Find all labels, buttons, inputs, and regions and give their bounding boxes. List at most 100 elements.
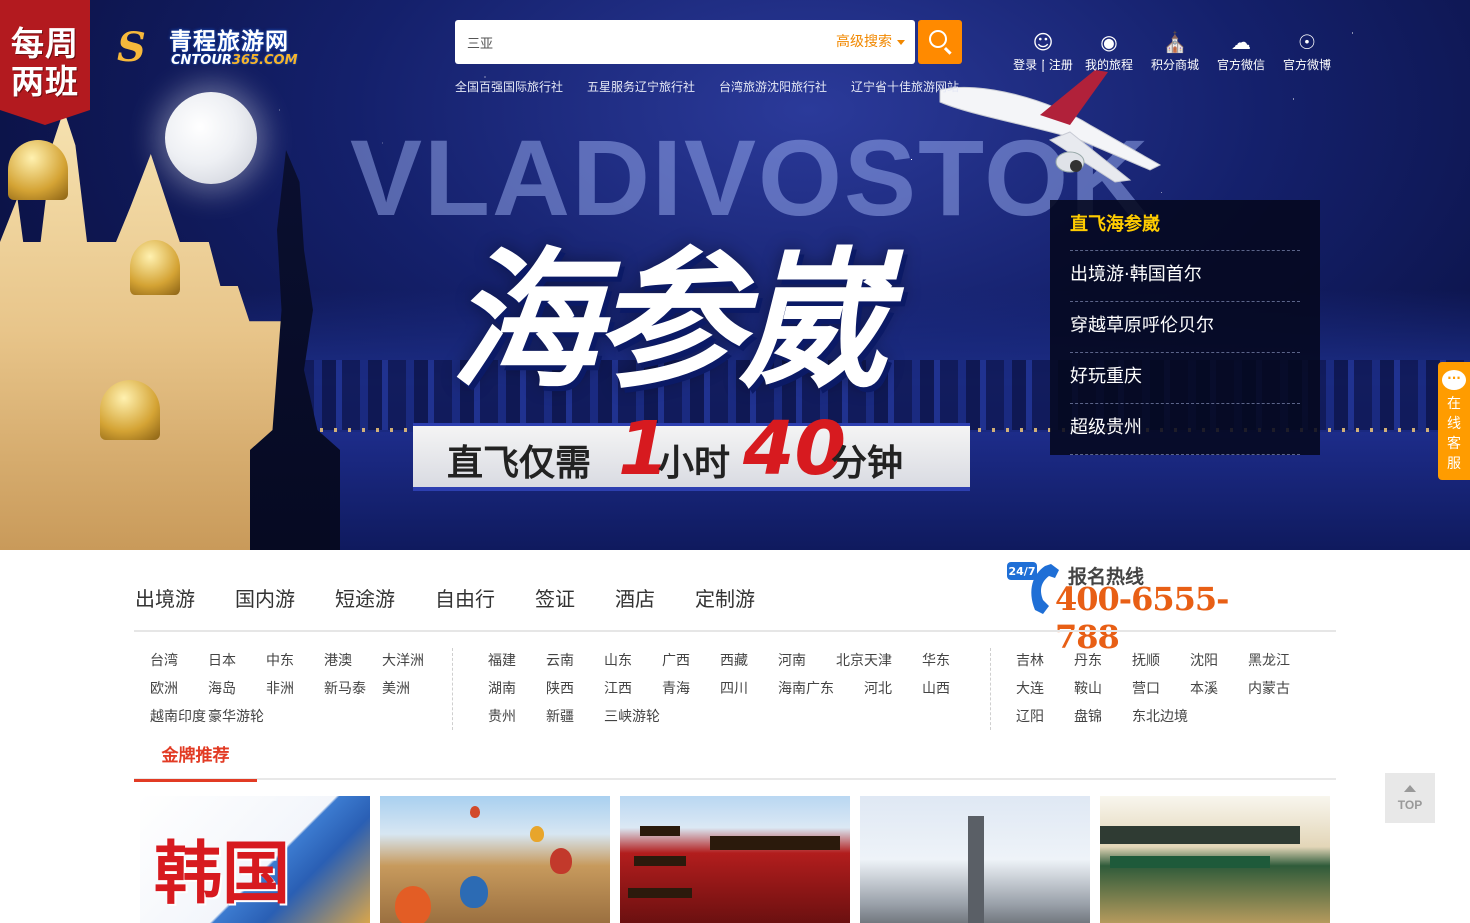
ribbon-text-a: 直飞仅需 [447,443,592,484]
destination-link[interactable]: 青海 [662,678,720,706]
balloon-image [530,826,544,842]
destination-link[interactable]: 抚顺 [1132,650,1190,678]
weibo-icon: ☉ [1298,30,1316,54]
destination-link[interactable]: 东北边境 [1132,706,1190,734]
side-menu-item[interactable]: 直飞海参崴 [1070,210,1300,251]
tab-gold-recommend[interactable]: 金牌推荐 [134,740,257,782]
product-card-vladivostok[interactable] [860,796,1090,923]
destination-link[interactable]: 华东 [922,650,980,678]
destination-link[interactable]: 四川 [720,678,778,706]
hotline-number[interactable]: 400-6555-788 [1055,580,1265,656]
balloon-image [470,806,480,818]
nav-hotel[interactable]: 酒店 [615,583,655,612]
pagoda-roof [710,836,840,850]
hot-link[interactable]: 全国百强国际旅行社 [455,78,563,95]
site-logo[interactable]: S 青程旅游网 CNTOUR365.COM [117,20,302,76]
destination-link[interactable]: 贵州 [488,706,546,734]
destination-link[interactable]: 河南 [778,650,836,678]
advanced-search-dropdown[interactable]: 高级搜索 [836,20,905,64]
search-button[interactable] [918,20,962,64]
destination-link[interactable]: 广西 [662,650,720,678]
user-icon: ☺ [1032,30,1054,54]
nav-divider [134,630,1336,632]
nav-outbound[interactable]: 出境游 [135,583,195,612]
destination-link[interactable]: 云南 [546,650,604,678]
destination-link[interactable]: 辽阳 [1016,706,1074,734]
balloon-image [460,876,488,908]
destination-link[interactable]: 丹东 [1074,650,1132,678]
hot-links: 全国百强国际旅行社 五星服务辽宁旅行社 台湾旅游沈阳旅行社 辽宁省十佳旅游网站 [455,78,959,95]
destination-link[interactable]: 非洲 [266,678,324,706]
online-service-tab[interactable]: ··· 在线客服 [1438,362,1470,480]
destination-link[interactable]: 山西 [922,678,980,706]
back-to-top-button[interactable]: TOP [1385,773,1435,823]
destination-link[interactable]: 北京天津 [836,650,922,678]
logo-mark-icon: S [117,24,146,71]
official-weibo-link[interactable]: ☉ 官方微博 [1274,30,1340,73]
destination-link[interactable]: 新疆 [546,706,604,734]
nav-free-travel[interactable]: 自由行 [435,583,495,612]
destination-link[interactable]: 三峡游轮 [604,706,662,734]
destination-link[interactable]: 台湾 [150,650,208,678]
product-card-korea[interactable]: 韩国 [140,796,370,923]
side-menu-item[interactable]: 出境游·韩国首尔 [1070,251,1300,302]
destination-link[interactable]: 大连 [1016,678,1074,706]
destination-link[interactable]: 欧洲 [150,678,208,706]
destination-link[interactable]: 豪华游轮 [208,706,266,734]
nav-short-trip[interactable]: 短途游 [335,583,395,612]
back-to-top-label: TOP [1397,798,1423,812]
side-menu-item[interactable]: 好玩重庆 [1070,353,1300,404]
search-input[interactable] [467,20,797,64]
product-card-seoul-palace[interactable] [1100,796,1330,923]
destination-link[interactable]: 内蒙古 [1248,678,1306,706]
destination-link[interactable]: 海岛 [208,678,266,706]
points-mall-link[interactable]: ⛪ 积分商城 [1142,30,1208,73]
official-weibo-label: 官方微博 [1282,58,1331,72]
destination-link[interactable]: 河北 [864,678,922,706]
destination-link[interactable]: 日本 [208,650,266,678]
destination-link[interactable]: 沈阳 [1190,650,1248,678]
destination-link[interactable]: 中东 [266,650,324,678]
destination-link[interactable]: 盘锦 [1074,706,1132,734]
my-trips-link[interactable]: ◉ 我的旅程 [1076,30,1142,73]
destination-link[interactable]: 本溪 [1190,678,1248,706]
destination-link[interactable]: 美洲 [382,678,440,706]
official-wechat-label: 官方微信 [1216,58,1265,72]
destination-link[interactable]: 港澳 [324,650,382,678]
search-box: 高级搜索 [455,20,915,64]
cathedral-dome [130,240,180,295]
destination-link[interactable]: 海南广东 [778,678,864,706]
hot-link[interactable]: 五星服务辽宁旅行社 [587,78,695,95]
nav-domestic[interactable]: 国内游 [235,583,295,612]
weekly-badge: 每周两班 [0,0,90,125]
logo-en-text: CNTOUR365.COM [171,53,298,68]
hotline-badge: 24/7 [1009,565,1036,578]
destination-link[interactable]: 大洋洲 [382,650,440,678]
destination-link[interactable]: 黑龙江 [1248,650,1306,678]
destination-link[interactable]: 江西 [604,678,662,706]
hot-link[interactable]: 台湾旅游沈阳旅行社 [719,78,827,95]
nav-custom-trip[interactable]: 定制游 [695,583,755,612]
card-title: 韩国 [154,834,291,914]
destination-link[interactable]: 鞍山 [1074,678,1132,706]
advanced-search-label: 高级搜索 [836,34,892,50]
product-card-japan[interactable] [620,796,850,923]
destination-link[interactable]: 福建 [488,650,546,678]
destination-link[interactable]: 新马泰 [324,678,382,706]
side-menu-item[interactable]: 穿越草原呼伦贝尔 [1070,302,1300,353]
nav-visa[interactable]: 签证 [535,583,575,612]
destination-link[interactable]: 越南印度 [150,706,208,734]
destination-link[interactable]: 营口 [1132,678,1190,706]
destination-link[interactable]: 西藏 [720,650,778,678]
login-register-link[interactable]: ☺ 登录 | 注册 [1010,30,1076,73]
official-wechat-link[interactable]: ☁ 官方微信 [1208,30,1274,73]
destination-link[interactable]: 湖南 [488,678,546,706]
product-card-balloons[interactable] [380,796,610,923]
destination-link[interactable]: 陕西 [546,678,604,706]
chat-bubble-icon: ··· [1442,370,1466,390]
logo-cn-text: 青程旅游网 [169,29,289,55]
hot-link[interactable]: 辽宁省十佳旅游网站 [851,78,959,95]
destination-link[interactable]: 山东 [604,650,662,678]
side-menu-item[interactable]: 超级贵州 [1070,404,1300,455]
destination-link[interactable]: 吉林 [1016,650,1074,678]
